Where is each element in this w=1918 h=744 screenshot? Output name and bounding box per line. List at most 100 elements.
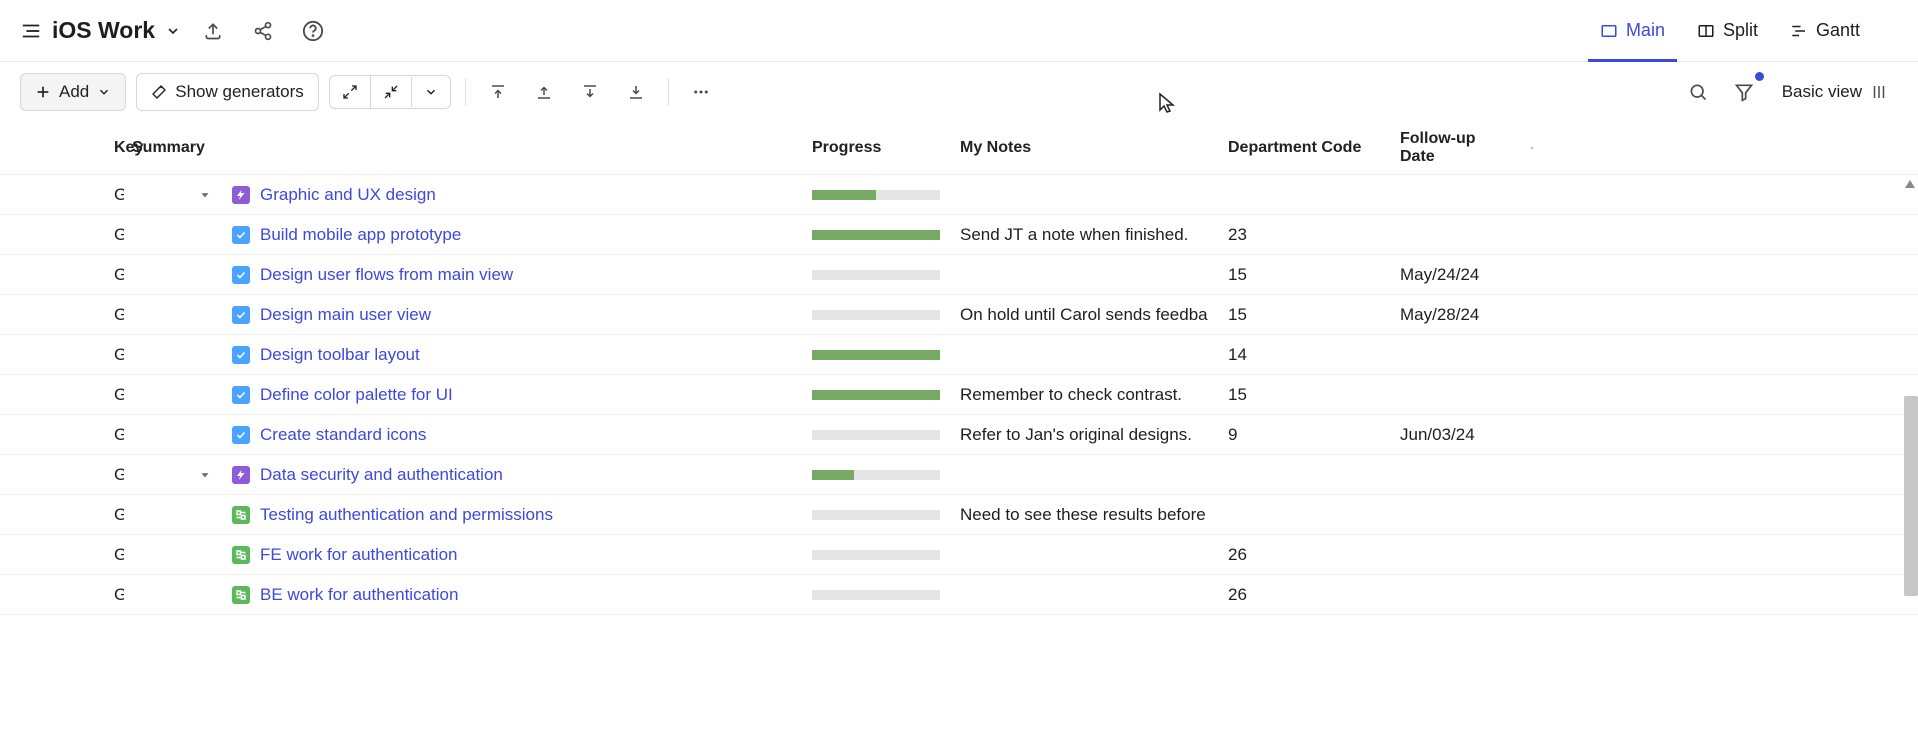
dept-cell[interactable]: 9 bbox=[1220, 425, 1392, 445]
issue-summary-link[interactable]: Data security and authentication bbox=[260, 465, 503, 485]
table-row[interactable]: GRAPP-17 Create standard icons Refer to Ja… bbox=[0, 415, 1918, 455]
key-cell[interactable]: GRAPP-43 bbox=[0, 505, 124, 525]
table-row[interactable]: GRAPP-41 BE work for authentication 26 bbox=[0, 575, 1918, 615]
follow-up-cell[interactable]: May/24/24 bbox=[1392, 265, 1522, 285]
key-cell[interactable]: GRAPP-21 bbox=[0, 265, 124, 285]
notes-cell[interactable]: Refer to Jan's original designs. bbox=[952, 425, 1220, 445]
move-top-icon bbox=[489, 83, 507, 101]
issue-key-link[interactable]: GRAPP-3 bbox=[114, 185, 124, 204]
column-header-summary[interactable]: Summary bbox=[124, 139, 224, 157]
key-cell[interactable]: GRAPP-42 bbox=[0, 545, 124, 565]
issue-key-link[interactable]: GRAPP-18 bbox=[114, 385, 124, 404]
notes-cell[interactable]: Need to see these results before bbox=[952, 505, 1220, 525]
view-preset-selector[interactable]: Basic view bbox=[1772, 76, 1898, 108]
key-cell[interactable]: GRAPP-19 bbox=[0, 345, 124, 365]
issue-summary-link[interactable]: Design main user view bbox=[260, 305, 431, 325]
expand-toggle[interactable] bbox=[198, 188, 212, 202]
collapse-all-button[interactable] bbox=[370, 76, 411, 108]
more-actions-button[interactable] bbox=[683, 74, 719, 110]
issue-summary-link[interactable]: FE work for authentication bbox=[260, 545, 457, 565]
issue-key-link[interactable]: GRAPP-19 bbox=[114, 345, 124, 364]
issue-key-link[interactable]: GRAPP-20 bbox=[114, 305, 124, 324]
view-tab-main[interactable]: Main bbox=[1588, 12, 1677, 49]
table-row[interactable]: GRAPP-43 Testing authentication and permi… bbox=[0, 495, 1918, 535]
issue-key-link[interactable]: GRAPP-42 bbox=[114, 545, 124, 564]
issue-key-link[interactable]: GRAPP-17 bbox=[114, 425, 124, 444]
table-row[interactable]: GRAPP-4 Data security and authentication bbox=[0, 455, 1918, 495]
key-cell[interactable]: GRAPP-40 bbox=[0, 225, 124, 245]
gantt-view-icon bbox=[1790, 22, 1808, 40]
issue-summary-link[interactable]: Testing authentication and permissions bbox=[260, 505, 553, 525]
search-button[interactable] bbox=[1680, 74, 1716, 110]
issue-summary-link[interactable]: Define color palette for UI bbox=[260, 385, 453, 405]
table-row[interactable]: GRAPP-20 Design main user view On hold unt… bbox=[0, 295, 1918, 335]
column-header-progress[interactable]: Progress bbox=[804, 139, 952, 157]
key-cell[interactable]: GRAPP-18 bbox=[0, 385, 124, 405]
project-selector[interactable]: iOS Work bbox=[20, 17, 181, 44]
summary-cell: Define color palette for UI bbox=[224, 385, 804, 405]
scrollbar-thumb[interactable] bbox=[1904, 396, 1918, 596]
export-button[interactable] bbox=[195, 13, 231, 49]
table-row[interactable]: GRAPP-42 FE work for authentication 26 bbox=[0, 535, 1918, 575]
expand-dropdown[interactable] bbox=[411, 77, 450, 107]
key-cell[interactable]: GRAPP-3 bbox=[0, 185, 124, 205]
table-row[interactable]: GRAPP-21 Design user flows from main view… bbox=[0, 255, 1918, 295]
notes-cell[interactable]: Remember to check contrast. bbox=[952, 385, 1220, 405]
key-cell[interactable]: GRAPP-4 bbox=[0, 465, 124, 485]
move-bottom-button[interactable] bbox=[618, 74, 654, 110]
issue-key-link[interactable]: GRAPP-21 bbox=[114, 265, 124, 284]
dept-cell[interactable]: 23 bbox=[1220, 225, 1392, 245]
share-icon bbox=[253, 21, 273, 41]
move-down-button[interactable] bbox=[572, 74, 608, 110]
show-generators-button[interactable]: Show generators bbox=[136, 73, 319, 111]
issue-key-link[interactable]: GRAPP-4 bbox=[114, 465, 124, 484]
move-top-button[interactable] bbox=[480, 74, 516, 110]
filter-button[interactable] bbox=[1726, 74, 1762, 110]
column-header-notes[interactable]: My Notes bbox=[952, 139, 1220, 157]
column-header-dept[interactable]: Department Code bbox=[1220, 139, 1392, 157]
view-tab-split[interactable]: Split bbox=[1685, 12, 1770, 49]
dept-cell[interactable]: 26 bbox=[1220, 585, 1392, 605]
column-header-key[interactable]: Key bbox=[0, 139, 124, 157]
table-row[interactable]: GRAPP-18 Define color palette for UI Remem… bbox=[0, 375, 1918, 415]
notes-cell[interactable]: Send JT a note when finished. bbox=[952, 225, 1220, 245]
key-cell[interactable]: GRAPP-20 bbox=[0, 305, 124, 325]
table-row[interactable]: GRAPP-3 Graphic and UX design bbox=[0, 175, 1918, 215]
key-cell[interactable]: GRAPP-41 bbox=[0, 585, 124, 605]
dept-cell[interactable]: 14 bbox=[1220, 345, 1392, 365]
expand-all-button[interactable] bbox=[330, 76, 370, 108]
dept-cell[interactable]: 15 bbox=[1220, 385, 1392, 405]
issue-summary-link[interactable]: Graphic and UX design bbox=[260, 185, 436, 205]
issue-summary-link[interactable]: Design user flows from main view bbox=[260, 265, 513, 285]
progress-bar bbox=[812, 510, 940, 520]
task-issue-icon bbox=[232, 386, 250, 404]
issue-key-link[interactable]: GRAPP-43 bbox=[114, 505, 124, 524]
key-cell[interactable]: GRAPP-17 bbox=[0, 425, 124, 445]
issue-summary-link[interactable]: BE work for authentication bbox=[260, 585, 458, 605]
notes-cell[interactable]: On hold until Carol sends feedba bbox=[952, 305, 1220, 325]
add-button[interactable]: Add bbox=[20, 73, 126, 111]
move-up-icon bbox=[535, 83, 553, 101]
help-button[interactable] bbox=[295, 13, 331, 49]
issue-summary-link[interactable]: Design toolbar layout bbox=[260, 345, 420, 365]
dept-cell[interactable]: 15 bbox=[1220, 305, 1392, 325]
column-header-follow[interactable]: Follow-up Date bbox=[1392, 130, 1522, 166]
follow-up-cell[interactable]: May/28/24 bbox=[1392, 305, 1522, 325]
dept-cell[interactable]: 26 bbox=[1220, 545, 1392, 565]
dept-cell[interactable]: 15 bbox=[1220, 265, 1392, 285]
progress-cell bbox=[804, 390, 952, 400]
view-tab-gantt[interactable]: Gantt bbox=[1778, 12, 1872, 49]
summary-cell: Data security and authentication bbox=[224, 465, 804, 485]
table-row[interactable]: GRAPP-40 Build mobile app prototype Send J… bbox=[0, 215, 1918, 255]
follow-up-cell[interactable]: Jun/03/24 bbox=[1392, 425, 1522, 445]
issue-key-link[interactable]: GRAPP-40 bbox=[114, 225, 124, 244]
issue-summary-link[interactable]: Build mobile app prototype bbox=[260, 225, 461, 245]
issue-key-link[interactable]: GRAPP-41 bbox=[114, 585, 124, 604]
add-column-button[interactable] bbox=[1522, 141, 1542, 155]
expand-toggle[interactable] bbox=[198, 468, 212, 482]
move-up-button[interactable] bbox=[526, 74, 562, 110]
task-issue-icon bbox=[232, 426, 250, 444]
share-button[interactable] bbox=[245, 13, 281, 49]
table-row[interactable]: GRAPP-19 Design toolbar layout 14 bbox=[0, 335, 1918, 375]
issue-summary-link[interactable]: Create standard icons bbox=[260, 425, 426, 445]
